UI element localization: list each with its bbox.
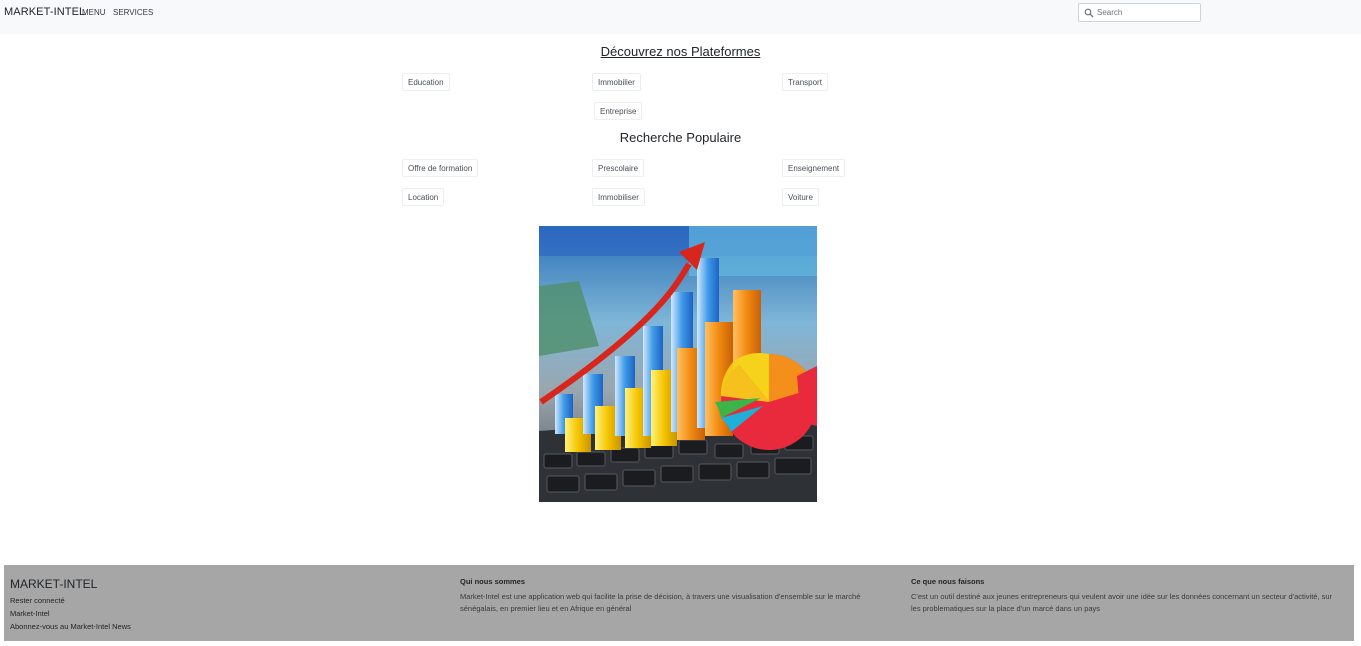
footer-link-market-intel[interactable]: Market-Intel	[10, 609, 50, 618]
popular-location-button[interactable]: Location	[402, 188, 445, 206]
platform-immobilier-button[interactable]: Immobilier	[592, 73, 641, 91]
popular-title: Recherche Populaire	[619, 130, 742, 145]
brand-link[interactable]: MARKET-INTEL	[4, 6, 85, 18]
footer: MARKET-INTEL Rester connecté Market-Inte…	[4, 565, 1354, 641]
search-input[interactable]	[1097, 6, 1197, 19]
nav-services[interactable]: SERVICES	[113, 8, 153, 17]
footer-what-title: Ce que nous faisons	[911, 577, 985, 586]
platform-education-button[interactable]: Education	[402, 73, 450, 91]
popular-voiture-button[interactable]: Voiture	[782, 188, 819, 206]
popular-immobiliser-button[interactable]: Immobiliser	[592, 188, 645, 206]
popular-prescolaire-button[interactable]: Prescolaire	[592, 159, 645, 177]
footer-brand: MARKET-INTEL	[10, 577, 98, 591]
footer-about-title: Qui nous sommes	[460, 577, 526, 586]
footer-about-text: Market-Intel est une application web qui…	[460, 592, 861, 613]
popular-enseignement-button[interactable]: Enseignement	[782, 159, 846, 177]
search-icon	[1084, 8, 1094, 18]
bar-chart-pie-illustration-icon	[539, 226, 817, 502]
footer-what-text: C'est un outil destiné aux jeunes entrep…	[911, 592, 1333, 613]
nav-menu[interactable]: MENU	[82, 8, 106, 17]
search-box[interactable]	[1078, 3, 1201, 22]
platform-entreprise-button[interactable]: Entreprise	[594, 102, 643, 120]
navbar: MARKET-INTEL MENU SERVICES	[0, 0, 1361, 34]
hero-image	[539, 226, 817, 502]
platforms-title: Découvrez nos Plateformes	[0, 44, 1361, 59]
popular-offre-formation-button[interactable]: Offre de formation	[402, 159, 479, 177]
footer-link-newsletter[interactable]: Abonnez-vous au Market-Intel News	[10, 622, 131, 631]
platform-transport-button[interactable]: Transport	[782, 73, 828, 91]
footer-link-rester-connecte[interactable]: Rester connecté	[10, 596, 65, 605]
platforms-title-text: Découvrez nos Plateformes	[600, 44, 761, 59]
